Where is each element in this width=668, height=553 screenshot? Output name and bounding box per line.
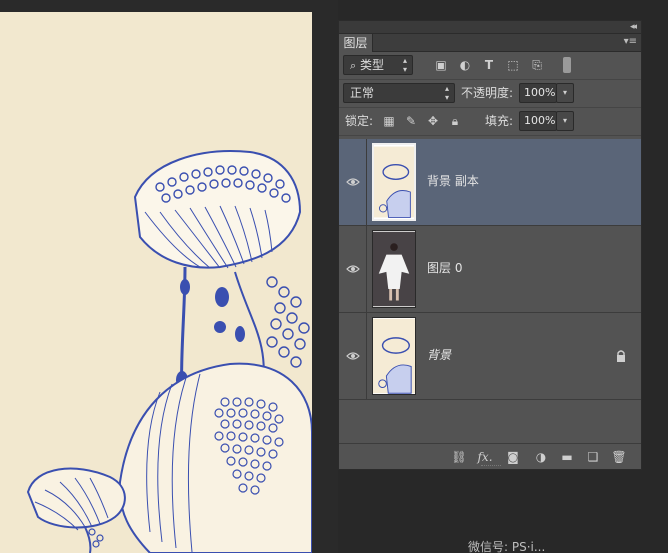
- fx-icon[interactable]: fx.: [477, 449, 493, 465]
- watermark-text: 微信号: PS·i...: [468, 540, 546, 553]
- fill-label: 填充:: [485, 114, 514, 128]
- adjustment-icon[interactable]: ◑: [533, 449, 549, 465]
- link-icon[interactable]: ⛓︎: [451, 449, 467, 465]
- panel-bottom-bar: ⛓︎ fx. ◙ ◑ ▬ ❑ 🗑︎: [339, 443, 641, 469]
- mask-icon[interactable]: ◙: [505, 449, 521, 465]
- lock-image-pixels-icon[interactable]: ✎: [403, 113, 419, 129]
- opacity-dropdown-button[interactable]: ▾: [556, 83, 574, 103]
- layers-panel: ◂◂ 图层 ▾≡ ⌕ 类型 ▴ ▾ ▣ ◐ T ⬚ ⎘ 正常 ▴ ▾ 不透明度: 1…: [338, 20, 642, 470]
- panel-title-strip: ◂◂: [339, 21, 641, 34]
- lock-all-icon[interactable]: 🔒︎: [447, 113, 463, 129]
- layer-thumbnail: [372, 230, 416, 308]
- folder-icon[interactable]: ▬: [559, 449, 575, 465]
- layer-name[interactable]: 图层 0: [427, 260, 462, 276]
- filter-pixel-layer-icon[interactable]: ▣: [433, 57, 449, 73]
- panel-menu-icon[interactable]: ▾≡: [624, 36, 637, 47]
- layer-row-background-copy[interactable]: 背景 副本: [339, 139, 641, 226]
- visibility-column: [339, 226, 367, 312]
- visibility-column: [339, 313, 367, 399]
- filter-type-label: 类型: [360, 58, 385, 72]
- layer-thumbnail: [372, 143, 416, 221]
- search-icon: ⌕: [350, 59, 357, 72]
- opacity-label: 不透明度:: [461, 86, 514, 100]
- opacity-input[interactable]: 100%: [519, 83, 557, 103]
- trash-icon[interactable]: 🗑︎: [611, 449, 627, 465]
- panel-tab-bar: 图层 ▾≡: [339, 34, 641, 52]
- resize-grip[interactable]: [481, 465, 501, 468]
- filter-shape-layer-icon[interactable]: ⬚: [505, 57, 521, 73]
- lock-position-icon[interactable]: ✥: [425, 113, 441, 129]
- canvas-artwork-image: [0, 12, 312, 553]
- eye-icon[interactable]: [346, 177, 360, 187]
- layer-name[interactable]: 背景 副本: [427, 173, 479, 189]
- fill-input[interactable]: 100%: [519, 111, 557, 131]
- layer-name[interactable]: 背景: [427, 347, 451, 363]
- eye-icon[interactable]: [346, 351, 360, 361]
- select-arrows-icon: ▴ ▾: [444, 84, 449, 102]
- blend-mode-select[interactable]: 正常 ▴ ▾: [343, 83, 455, 103]
- blend-mode-value: 正常: [350, 86, 375, 100]
- collapse-panel-icon[interactable]: ◂◂: [630, 22, 637, 32]
- blend-opacity-row: 正常 ▴ ▾ 不透明度: 100% ▾: [339, 80, 641, 108]
- eye-icon[interactable]: [346, 264, 360, 274]
- layer-list: 背景 副本 图层 0 背景: [339, 139, 641, 401]
- filter-toggle-switch[interactable]: [563, 57, 571, 73]
- filter-row: ⌕ 类型 ▴ ▾ ▣ ◐ T ⬚ ⎘: [339, 52, 641, 80]
- layer-row-background[interactable]: 背景: [339, 313, 641, 400]
- lock-fill-row: 锁定: ▦ ✎ ✥ 🔒︎ 填充: 100% ▾: [339, 108, 641, 136]
- visibility-column: [339, 139, 367, 225]
- filter-smart-object-icon[interactable]: ⎘: [529, 57, 545, 73]
- document-canvas[interactable]: [0, 0, 338, 553]
- lock-transparent-pixels-icon[interactable]: ▦: [381, 113, 397, 129]
- filter-adjustment-layer-icon[interactable]: ◐: [457, 57, 473, 73]
- layer-row-layer-0[interactable]: 图层 0: [339, 226, 641, 313]
- layer-thumbnail: [372, 317, 416, 395]
- select-arrows-icon: ▴ ▾: [402, 56, 407, 74]
- lock-label: 锁定:: [345, 114, 374, 128]
- filter-type-layer-icon[interactable]: T: [481, 57, 497, 73]
- lock-icon: [617, 350, 625, 362]
- new-layer-icon[interactable]: ❑: [585, 449, 601, 465]
- tab-layers[interactable]: 图层: [339, 34, 373, 52]
- filter-type-select[interactable]: ⌕ 类型 ▴ ▾: [343, 55, 413, 75]
- fill-dropdown-button[interactable]: ▾: [556, 111, 574, 131]
